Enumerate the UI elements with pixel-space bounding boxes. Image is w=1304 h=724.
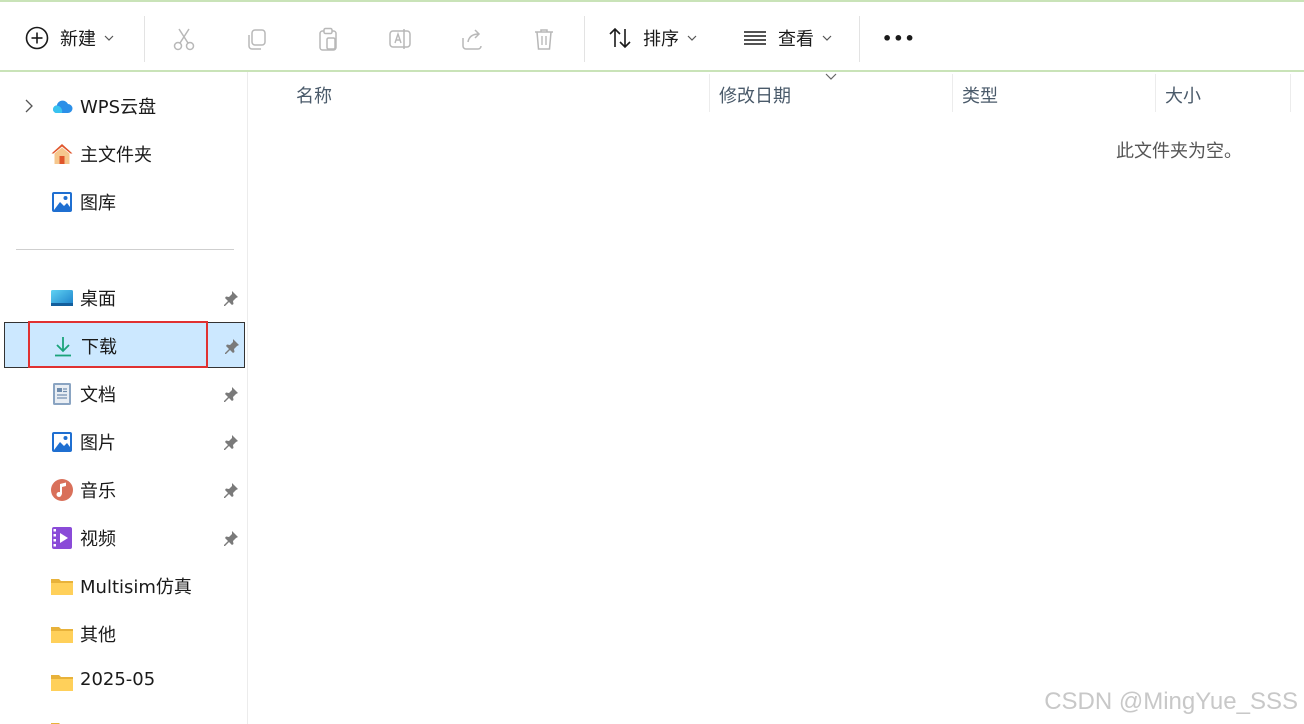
pin-icon[interactable] — [222, 385, 240, 403]
folder-icon — [51, 675, 73, 691]
column-separator[interactable] — [1290, 74, 1291, 112]
download-icon — [55, 337, 71, 357]
pin-icon[interactable] — [222, 481, 240, 499]
picture-icon — [52, 432, 72, 452]
share-icon — [462, 29, 482, 50]
command-bar: 新建 排序 查看 ••• — [0, 0, 1304, 72]
toolbar-separator — [144, 16, 145, 62]
nav-item-label: 音乐 — [80, 481, 116, 502]
share-button[interactable] — [457, 24, 487, 54]
chevron-down-icon — [822, 35, 832, 41]
copy-icon — [248, 29, 266, 50]
navigation-pane: WPS云盘 主文件夹 图库 桌面 下载 文档 图片 音乐 视频 Multisim… — [0, 72, 248, 724]
sort-button[interactable]: 排序 — [607, 18, 697, 58]
list-view-icon — [744, 31, 766, 45]
column-header-type[interactable]: 类型 — [962, 82, 998, 112]
paste-button[interactable] — [313, 24, 343, 54]
clipboard-icon — [319, 27, 337, 51]
nav-item-label: 视频 — [80, 529, 116, 550]
home-icon — [51, 144, 73, 164]
nav-item-label: 下载 — [81, 337, 117, 358]
plus-circle-icon — [25, 26, 49, 50]
column-header-size[interactable]: 大小 — [1165, 82, 1201, 112]
document-icon — [53, 383, 71, 405]
view-button-label: 查看 — [778, 29, 814, 50]
toolbar-separator — [584, 16, 585, 62]
new-button-label: 新建 — [60, 29, 96, 50]
nav-item-pictures[interactable]: 图片 — [4, 419, 245, 465]
toolbar-separator — [859, 16, 860, 62]
pin-icon[interactable] — [222, 529, 240, 547]
nav-item-label: 其他 — [80, 625, 116, 646]
chevron-down-icon — [687, 35, 697, 41]
nav-item-videos[interactable]: 视频 — [4, 515, 245, 561]
watermark-text: CSDN @MingYue_SSS — [1044, 688, 1298, 715]
column-separator[interactable] — [1155, 74, 1156, 112]
column-header-name[interactable]: 名称 — [296, 82, 332, 112]
nav-item-documents[interactable]: 文档 — [4, 371, 245, 417]
cut-button[interactable] — [169, 24, 199, 54]
folder-icon — [51, 627, 73, 643]
nav-item-music[interactable]: 音乐 — [4, 467, 245, 513]
nav-item-label: Multisim仿真 — [80, 577, 192, 598]
nav-item-label: WPS云盘 — [80, 97, 157, 118]
pin-icon[interactable] — [222, 433, 240, 451]
sort-arrows-icon — [609, 27, 631, 49]
chevron-right-icon[interactable] — [20, 97, 38, 115]
nav-item-folder-2025-05[interactable]: 2025-05 — [4, 659, 245, 705]
sort-button-label: 排序 — [643, 29, 679, 50]
column-separator[interactable] — [952, 74, 953, 112]
cloud-icon — [53, 100, 73, 113]
column-separator[interactable] — [709, 74, 710, 112]
desktop-icon — [51, 290, 73, 306]
chevron-down-icon — [104, 35, 114, 41]
video-icon — [52, 527, 72, 549]
music-icon — [51, 479, 73, 501]
view-button[interactable]: 查看 — [742, 18, 832, 58]
more-options-button[interactable]: ••• — [882, 18, 916, 58]
sidebar-divider — [16, 249, 234, 250]
empty-folder-message: 此文件夹为空。 — [1116, 141, 1242, 162]
trash-icon — [535, 29, 553, 50]
nav-item-label: 2025-05 — [80, 669, 156, 690]
pin-icon[interactable] — [222, 289, 240, 307]
nav-item-label: 文档 — [80, 385, 116, 406]
nav-item-label: 桌面 — [80, 289, 116, 310]
more-icon: ••• — [882, 28, 916, 48]
nav-item-folder-multisim[interactable]: Multisim仿真 — [4, 563, 245, 609]
nav-item-folder-other[interactable]: 其他 — [4, 611, 245, 657]
nav-item-home[interactable]: 主文件夹 — [4, 131, 245, 177]
gallery-icon — [52, 192, 72, 212]
nav-item-label: 图片 — [80, 433, 116, 454]
nav-item-downloads[interactable]: 下载 — [4, 322, 245, 368]
nav-item-wps-cloud[interactable]: WPS云盘 — [4, 83, 245, 129]
scissors-icon — [173, 28, 195, 51]
rename-button[interactable] — [385, 24, 415, 54]
copy-button[interactable] — [241, 24, 271, 54]
file-list-pane: 名称 修改日期 类型 大小 此文件夹为空。 — [249, 72, 1304, 724]
folder-icon — [51, 723, 60, 724]
nav-item-label: 图库 — [80, 193, 116, 214]
delete-button[interactable] — [529, 24, 559, 54]
nav-item-folder-partial[interactable] — [4, 707, 245, 724]
nav-item-label: 主文件夹 — [80, 145, 152, 166]
nav-item-desktop[interactable]: 桌面 — [4, 275, 245, 321]
sort-indicator-icon — [825, 73, 837, 80]
nav-item-gallery[interactable]: 图库 — [4, 179, 245, 225]
folder-icon — [51, 579, 73, 595]
column-header-date-modified[interactable]: 修改日期 — [719, 82, 791, 112]
rename-icon — [389, 29, 411, 49]
pin-icon[interactable] — [223, 337, 241, 355]
new-button[interactable]: 新建 — [24, 18, 114, 58]
